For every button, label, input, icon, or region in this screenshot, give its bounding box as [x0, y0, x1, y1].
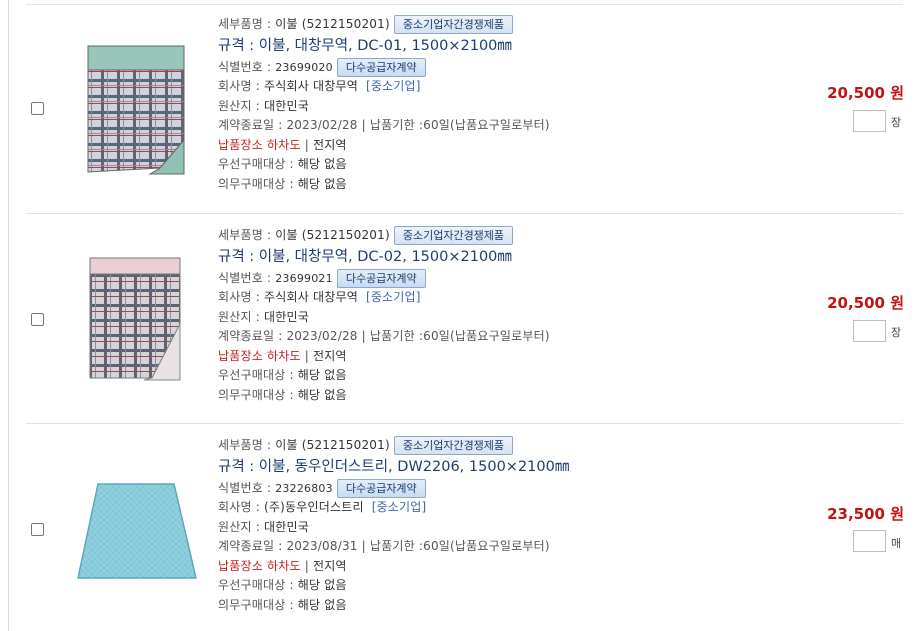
quantity-input[interactable] — [853, 320, 886, 342]
contract-end-date: 계약종료일 : 2023/02/28 — [218, 118, 358, 132]
delivery-region: 전지역 — [312, 558, 347, 573]
priority-purchase-value: 해당 없음 — [297, 157, 347, 171]
unit-price: 20,500 원 — [827, 84, 904, 102]
quantity-unit: 장 — [891, 116, 902, 129]
company-name[interactable]: 주식회사 대창무역 — [264, 79, 358, 93]
product-image[interactable] — [74, 478, 198, 584]
sme-competition-badge: 중소기업자간경쟁제품 — [393, 436, 514, 455]
priority-purchase-label: 우선구매대상 : — [218, 578, 298, 592]
origin-value: 대한민국 — [264, 309, 309, 324]
separator: | — [304, 348, 309, 363]
product-image[interactable] — [84, 254, 184, 382]
quantity-unit: 매 — [891, 537, 902, 550]
product-info: 세부품명 : 이불 (5212150201) 중소기업자간경쟁제품 규격 : 이불… — [218, 436, 569, 615]
detail-value: 이불 (5212150201) — [275, 438, 390, 452]
id-value: 23226803 — [275, 481, 333, 495]
detail-label: 세부품명 : — [218, 228, 276, 242]
separator: | — [304, 558, 309, 573]
quantity-input[interactable] — [853, 530, 886, 552]
id-label: 식별번호 : — [218, 480, 276, 495]
company-name[interactable]: (주)동우인더스트리 — [264, 500, 364, 514]
detail-value: 이불 (5212150201) — [275, 17, 390, 31]
priority-purchase-label: 우선구매대상 : — [218, 368, 298, 382]
priority-purchase-value: 해당 없음 — [297, 368, 347, 382]
separator: | — [361, 118, 366, 132]
delivery-place: 납품장소 하차도 — [218, 348, 301, 363]
priority-purchase-label: 우선구매대상 : — [218, 157, 298, 171]
origin-value: 대한민국 — [264, 519, 309, 534]
company-name[interactable]: 주식회사 대창무역 — [264, 290, 358, 304]
delivery-region: 전지역 — [312, 137, 347, 152]
id-label: 식별번호 : — [218, 59, 276, 74]
unit-price: 20,500 원 — [827, 294, 904, 312]
delivery-term: 납품기한 :60일(납품요구일로부터) — [369, 118, 550, 132]
origin-label: 원산지 : — [218, 519, 264, 534]
quantity-unit: 장 — [891, 326, 902, 339]
delivery-place: 납품장소 하차도 — [218, 558, 301, 573]
delivery-region: 전지역 — [312, 348, 347, 363]
mandatory-purchase-value: 해당 없음 — [297, 597, 347, 612]
contract-end-date: 계약종료일 : 2023/08/31 — [218, 539, 358, 553]
product-info: 세부품명 : 이불 (5212150201) 중소기업자간경쟁제품 규격 : 이불… — [218, 15, 550, 194]
detail-value: 이불 (5212150201) — [275, 228, 390, 242]
mandatory-purchase-label: 의무구매대상 : — [218, 597, 298, 612]
unit-price: 23,500 원 — [827, 505, 904, 523]
origin-value: 대한민국 — [264, 98, 309, 113]
detail-label: 세부품명 : — [218, 17, 276, 31]
product-info: 세부품명 : 이불 (5212150201) 중소기업자간경쟁제품 규격 : 이불… — [218, 226, 550, 405]
company-label: 회사명 : — [218, 500, 264, 514]
mas-contract-badge: 다수공급자계약 — [336, 57, 426, 77]
separator: | — [304, 137, 309, 152]
id-value: 23699021 — [275, 271, 333, 285]
mas-contract-badge: 다수공급자계약 — [336, 478, 426, 498]
mandatory-purchase-value: 해당 없음 — [297, 387, 347, 402]
product-spec-link[interactable]: 규격 : 이불, 대창무역, DC-01, 1500×2100㎜ — [218, 35, 550, 58]
company-sme-tag: [중소기업] — [371, 500, 427, 514]
company-label: 회사명 : — [218, 290, 264, 304]
delivery-term: 납품기한 :60일(납품요구일로부터) — [369, 329, 550, 343]
sme-competition-badge: 중소기업자간경쟁제품 — [393, 226, 514, 245]
company-sme-tag: [중소기업] — [365, 290, 421, 304]
origin-label: 원산지 : — [218, 309, 264, 324]
select-checkbox[interactable] — [31, 102, 44, 115]
mandatory-purchase-label: 의무구매대상 : — [218, 176, 298, 191]
separator: | — [361, 539, 366, 553]
mas-contract-badge: 다수공급자계약 — [336, 268, 426, 288]
priority-purchase-value: 해당 없음 — [297, 578, 347, 592]
select-checkbox[interactable] — [31, 523, 44, 536]
mandatory-purchase-label: 의무구매대상 : — [218, 387, 298, 402]
delivery-term: 납품기한 :60일(납품요구일로부터) — [369, 539, 550, 553]
product-spec-link[interactable]: 규격 : 이불, 대창무역, DC-02, 1500×2100㎜ — [218, 246, 550, 269]
company-sme-tag: [중소기업] — [365, 79, 421, 93]
quantity-input[interactable] — [853, 110, 886, 132]
product-spec-link[interactable]: 규격 : 이불, 동우인더스트리, DW2206, 1500×2100㎜ — [218, 456, 569, 479]
id-value: 23699020 — [275, 60, 333, 74]
company-label: 회사명 : — [218, 79, 264, 93]
id-label: 식별번호 : — [218, 270, 276, 285]
detail-label: 세부품명 : — [218, 438, 276, 452]
select-checkbox[interactable] — [31, 313, 44, 326]
origin-label: 원산지 : — [218, 98, 264, 113]
product-image[interactable] — [80, 42, 188, 176]
separator: | — [361, 329, 366, 343]
delivery-place: 납품장소 하차도 — [218, 137, 301, 152]
sme-competition-badge: 중소기업자간경쟁제품 — [393, 15, 514, 34]
mandatory-purchase-value: 해당 없음 — [297, 176, 347, 191]
contract-end-date: 계약종료일 : 2023/02/28 — [218, 329, 358, 343]
